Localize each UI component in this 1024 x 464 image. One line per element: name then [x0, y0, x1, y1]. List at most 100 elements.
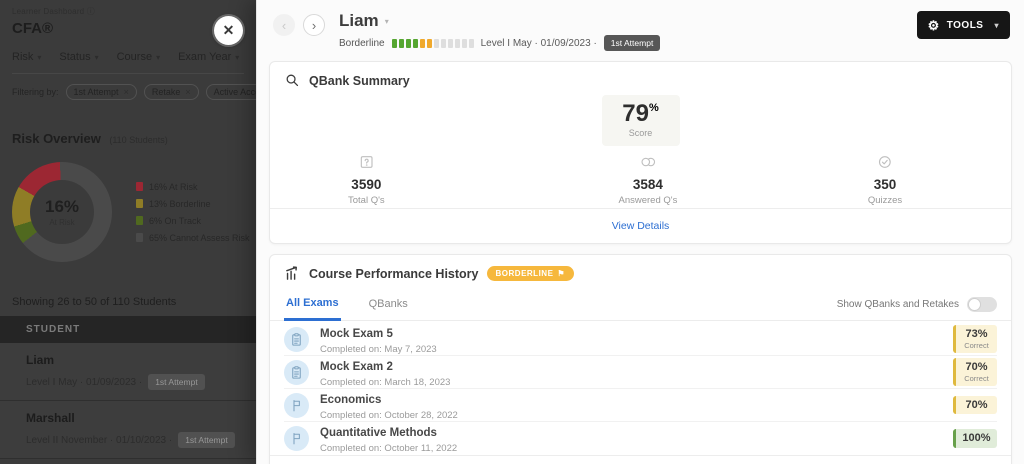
- chip-label: Active Account: [213, 87, 256, 97]
- exam-row-mock-exam-5[interactable]: Mock Exam 5 Completed on: May 7, 2023 73…: [284, 323, 997, 356]
- exam-completed-date: Completed on: October 28, 2022: [320, 409, 458, 421]
- bar-chart-icon: [286, 266, 297, 280]
- risk-meter-segment: [440, 38, 446, 48]
- close-icon: ✕: [222, 22, 235, 38]
- legend-item: 6% On Track: [136, 216, 250, 226]
- remove-chip-icon[interactable]: ×: [124, 87, 129, 97]
- filter-dropdown-risk[interactable]: Risk ▾: [12, 51, 41, 63]
- score-unit: %: [648, 102, 659, 114]
- risk-overview-count: (110 Students): [109, 135, 168, 145]
- exam-name: Mock Exam 5: [320, 327, 393, 340]
- score-badge: 70%: [953, 395, 997, 415]
- previous-student-button[interactable]: ‹: [273, 14, 295, 36]
- risk-meter-segment: [433, 38, 439, 48]
- legend-swatch: [136, 233, 143, 242]
- legend-label: 6% On Track: [149, 215, 202, 226]
- tab-qbanks[interactable]: QBanks: [367, 289, 410, 319]
- exam-completed-date: Completed on: March 18, 2023: [320, 376, 451, 388]
- risk-legend: 16% At Risk 13% Borderline 6% On Track 65% …: [136, 182, 250, 243]
- tools-button[interactable]: ⚙ TOOLS ▾: [916, 11, 1010, 39]
- qbank-magnifier-icon: [286, 74, 299, 87]
- show-qbanks-retakes-toggle[interactable]: [967, 296, 997, 312]
- legend-item: 13% Borderline: [136, 199, 250, 209]
- exam-name: Economics: [320, 393, 382, 406]
- exam-row-economics[interactable]: Economics Completed on: October 28, 2022…: [284, 389, 997, 422]
- qbank-stats: 3590 Total Q's 3584 Answered Q's 350 Qui…: [270, 154, 1011, 208]
- filter-label: Course: [116, 51, 153, 63]
- dashboard-subtitle-label: Learner Dashboard: [12, 7, 85, 16]
- stat-total-questions: 3590 Total Q's: [348, 154, 385, 206]
- gear-icon: ⚙: [927, 17, 940, 33]
- exam-completed-date: Completed on: May 7, 2023: [320, 343, 437, 355]
- score-box: 79% Score: [601, 95, 680, 146]
- score-percent: 100%: [962, 432, 991, 445]
- filter-label: Status: [59, 51, 91, 63]
- exam-list: Mock Exam 5 Completed on: May 7, 2023 73…: [270, 321, 1011, 455]
- filter-dropdown-exam-year[interactable]: Exam Year ▾: [178, 51, 239, 63]
- risk-label: Borderline: [339, 37, 385, 49]
- risk-overview-title: Risk Overview: [12, 131, 101, 146]
- student-meta: Level II November · 01/10/2023 ·: [26, 434, 173, 446]
- legend-item: 65% Cannot Assess Risk: [136, 233, 250, 243]
- exam-name: Mock Exam 2: [320, 360, 393, 373]
- student-name-title: Liam: [339, 11, 379, 30]
- chip-label: 1st Attempt: [73, 87, 119, 97]
- exam-row-mock-exam-2[interactable]: Mock Exam 2 Completed on: March 18, 2023…: [284, 356, 997, 389]
- risk-meter-segment: [468, 38, 474, 48]
- score-label: Score: [628, 128, 653, 138]
- score-badge: 70% Correct: [953, 358, 997, 386]
- score-percent: 73%: [965, 328, 988, 341]
- chevron-down-icon[interactable]: ▾: [385, 17, 389, 26]
- legend-swatch: [136, 216, 143, 225]
- exam-row-quantitative-methods[interactable]: Quantitative Methods Completed on: Octob…: [284, 422, 997, 455]
- chevron-left-icon: ‹: [281, 17, 287, 33]
- filter-dropdown-status[interactable]: Status ▾: [59, 51, 98, 63]
- qbank-summary-title: QBank Summary: [309, 73, 410, 88]
- legend-label: 65% Cannot Assess Risk: [149, 232, 250, 243]
- close-panel-button[interactable]: ✕: [214, 16, 243, 45]
- tools-label: TOOLS: [946, 19, 984, 31]
- risk-meter-segment: [419, 38, 425, 48]
- history-tabs: All Exams QBanks Show QBanks and Retakes: [270, 288, 1011, 321]
- chevron-down-icon: ▾: [37, 52, 42, 62]
- stat-label: Answered Q's: [618, 195, 678, 206]
- next-student-button[interactable]: ›: [303, 14, 325, 36]
- risk-overview-header: Risk Overview (110 Students): [12, 130, 256, 148]
- filter-chip-1st-attempt[interactable]: 1st Attempt ×: [65, 84, 137, 100]
- risk-meter-segment: [454, 38, 460, 48]
- flag-icon: [284, 392, 309, 418]
- legend-label: 16% At Risk: [149, 181, 198, 192]
- filter-chip-active-account[interactable]: Active Account×: [205, 84, 256, 100]
- filter-chip-retake[interactable]: Retake ×: [143, 84, 199, 100]
- table-row[interactable]: Marshall Level II November · 01/10/2023 …: [0, 401, 256, 459]
- qbank-summary-card: QBank Summary 79% Score 3590 Total Q's 3…: [269, 61, 1012, 244]
- risk-meter-segment: [391, 38, 397, 48]
- score-badge: 73% Correct: [953, 325, 997, 353]
- clipboard-icon: [284, 359, 309, 385]
- status-badge-label: BORDERLINE: [495, 269, 554, 278]
- paging-status: Showing 26 to 50 of 110 Students: [12, 296, 177, 308]
- legend-item: 16% At Risk: [136, 182, 250, 192]
- tab-all-exams[interactable]: All Exams: [284, 288, 341, 321]
- remove-chip-icon[interactable]: ×: [185, 87, 190, 97]
- stat-label: Quizzes: [867, 195, 903, 206]
- student-meta: Level I May · 01/09/2023 ·: [480, 37, 597, 49]
- active-filters: Filtering by: 1st Attempt × Retake × Activ…: [12, 84, 256, 100]
- course-performance-title: Course Performance History: [309, 266, 479, 281]
- legend-swatch: [136, 182, 143, 191]
- student-name: Liam: [26, 353, 55, 367]
- stat-value: 350: [873, 177, 897, 192]
- panel-header: ‹ › Liam ▾ Borderline Level I May · 01/0…: [257, 0, 1024, 51]
- table-header-student: STUDENT: [0, 316, 256, 343]
- background-dashboard: Learner Dashboard ⓘ CFA® Risk ▾ Status ▾ C…: [0, 0, 256, 464]
- filter-bar: Risk▾ Status▾ Course▾ Exam Year▾ Last Ac…: [12, 51, 256, 63]
- view-details-link[interactable]: View Details: [612, 220, 670, 232]
- donut-center-value: 16%: [44, 197, 80, 216]
- filtering-by-label: Filtering by:: [12, 87, 59, 97]
- stat-quizzes: 350 Quizzes: [868, 154, 902, 206]
- exam-completed-date: Completed on: October 11, 2022: [320, 443, 458, 454]
- score-sublabel: Correct: [964, 340, 989, 350]
- table-row[interactable]: Liam Level I May · 01/09/2023 · 1st Atte…: [0, 343, 256, 401]
- filter-dropdown-course[interactable]: Course ▾: [117, 51, 160, 63]
- risk-meter-segment: [412, 38, 418, 48]
